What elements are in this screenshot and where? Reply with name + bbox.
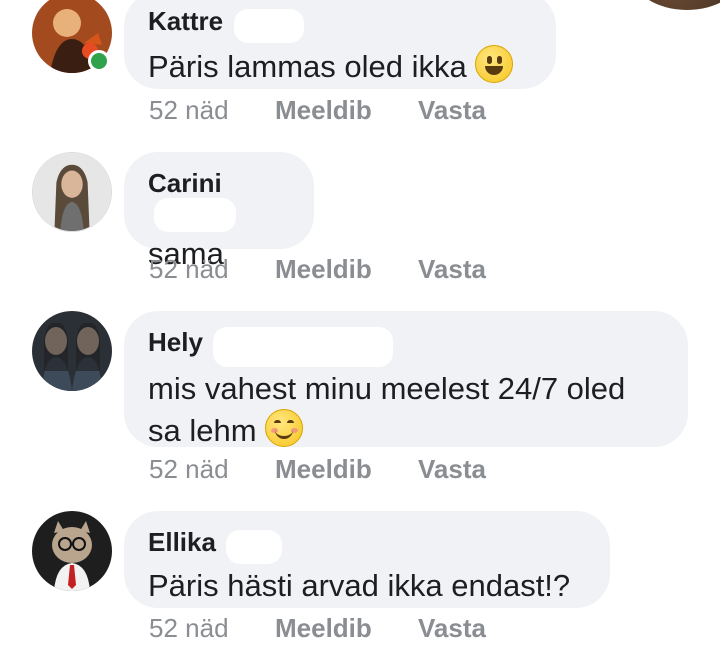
like-button[interactable]: Meeldib: [275, 254, 372, 284]
avatar[interactable]: [32, 152, 112, 232]
online-status-dot: [88, 50, 110, 72]
comment-bubble: Carini sama: [124, 152, 314, 271]
reply-button[interactable]: Vasta: [418, 454, 486, 484]
reply-button[interactable]: Vasta: [418, 613, 486, 643]
grinning-face-emoji: [475, 44, 514, 83]
reply-button[interactable]: Vasta: [418, 254, 486, 284]
comment-author[interactable]: Kattre: [148, 6, 223, 36]
comment-author[interactable]: Carini: [148, 168, 222, 198]
comment-text: Päris lammas oled ikka: [148, 44, 532, 87]
redaction-mark: [154, 198, 236, 232]
comment-author[interactable]: Hely: [148, 327, 203, 357]
comment-bubble: Ellika Päris hästi arvad ikka endast!?: [124, 511, 610, 608]
like-button[interactable]: Meeldib: [275, 454, 372, 484]
redaction-mark: [226, 529, 283, 564]
comment-timestamp[interactable]: 52 näd: [149, 613, 229, 643]
partial-avatar: [632, 0, 720, 10]
comment-bubble: Hely mis vahest minu meelest 24/7 oled s…: [124, 311, 688, 448]
avatar[interactable]: [32, 511, 112, 591]
comment-timestamp[interactable]: 52 näd: [149, 254, 229, 284]
like-button[interactable]: Meeldib: [275, 613, 372, 643]
comment-timestamp[interactable]: 52 näd: [149, 454, 229, 484]
smiling-face-with-smiling-eyes-emoji: [265, 409, 304, 447]
redaction-mark: [233, 8, 304, 43]
like-button[interactable]: Meeldib: [275, 95, 372, 125]
comment-bubble: Kattre Päris lammas oled ikka: [124, 0, 556, 89]
avatar[interactable]: [32, 311, 112, 391]
redaction-mark: [213, 327, 394, 367]
comment-author[interactable]: Ellika: [148, 527, 216, 557]
comment-text: Päris hästi arvad ikka endast!?: [148, 567, 571, 603]
comment-text: mis vahest minu meelest 24/7 oled sa leh…: [148, 371, 626, 448]
reply-button[interactable]: Vasta: [418, 95, 486, 125]
comment-timestamp[interactable]: 52 näd: [149, 95, 229, 125]
